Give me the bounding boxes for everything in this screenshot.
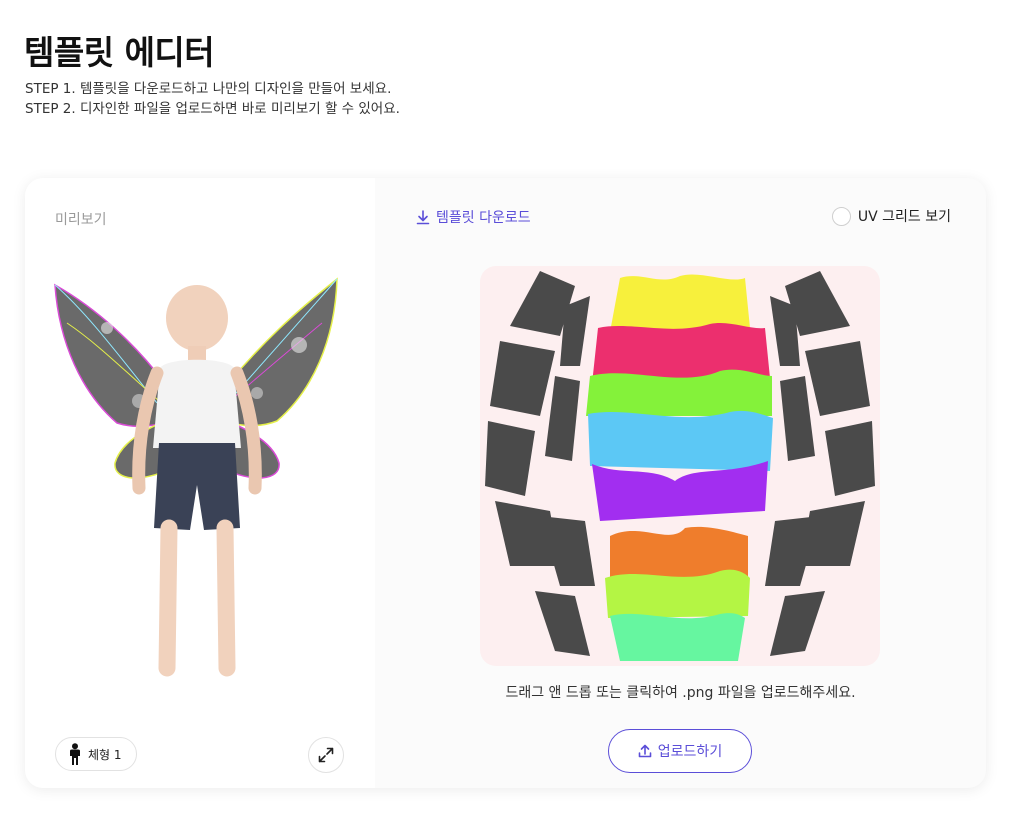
uv-template-texture	[485, 271, 875, 661]
step-2-text: STEP 2. 디자인한 파일을 업로드하면 바로 미리보기 할 수 있어요.	[25, 101, 400, 117]
uv-grid-label: UV 그리드 보기	[857, 209, 951, 225]
steps-description: STEP 1. 템플릿을 다운로드하고 나만의 디자인을 만들어 보세요. ST…	[25, 79, 400, 119]
left-wing-texture	[485, 271, 595, 656]
body-type-label: 체형 1	[88, 747, 122, 762]
template-download-link[interactable]: 템플릿 다운로드	[416, 207, 531, 227]
avatar-preview[interactable]	[47, 273, 343, 698]
person-icon	[70, 743, 80, 765]
upload-hint: 드래그 앤 드롭 또는 클릭하여 .png 파일을 업로드해주세요.	[505, 685, 856, 701]
template-panel: 템플릿 다운로드 UV 그리드 보기 드래그 앤 드롭 또는 클릭하여 .png…	[375, 178, 986, 788]
right-wing-texture	[765, 271, 875, 656]
upload-label: 업로드하기	[657, 744, 723, 760]
uv-grid-toggle[interactable]: UV 그리드 보기	[831, 206, 951, 226]
download-label: 템플릿 다운로드	[436, 210, 531, 226]
download-icon	[416, 209, 430, 224]
upload-button[interactable]: 업로드하기	[608, 729, 752, 773]
expand-button[interactable]	[308, 737, 344, 773]
step-1-text: STEP 1. 템플릿을 다운로드하고 나만의 디자인을 만들어 보세요.	[25, 81, 392, 97]
editor-card: 미리보기 체형 1 템플릿 다운로드 UV 그리드 보기 드래그 앤 드롭 또는…	[25, 178, 986, 788]
body-type-button[interactable]: 체형 1	[55, 737, 137, 771]
expand-icon	[318, 747, 334, 763]
avatar-wings-illustration	[54, 277, 338, 677]
preview-label: 미리보기	[55, 212, 107, 228]
preview-panel: 미리보기 체형 1	[25, 178, 375, 788]
uv-grid-radio[interactable]	[831, 206, 851, 226]
page-title: 템플릿 에디터	[24, 33, 215, 72]
upload-icon	[638, 744, 652, 758]
template-image-dropzone[interactable]	[480, 266, 880, 666]
